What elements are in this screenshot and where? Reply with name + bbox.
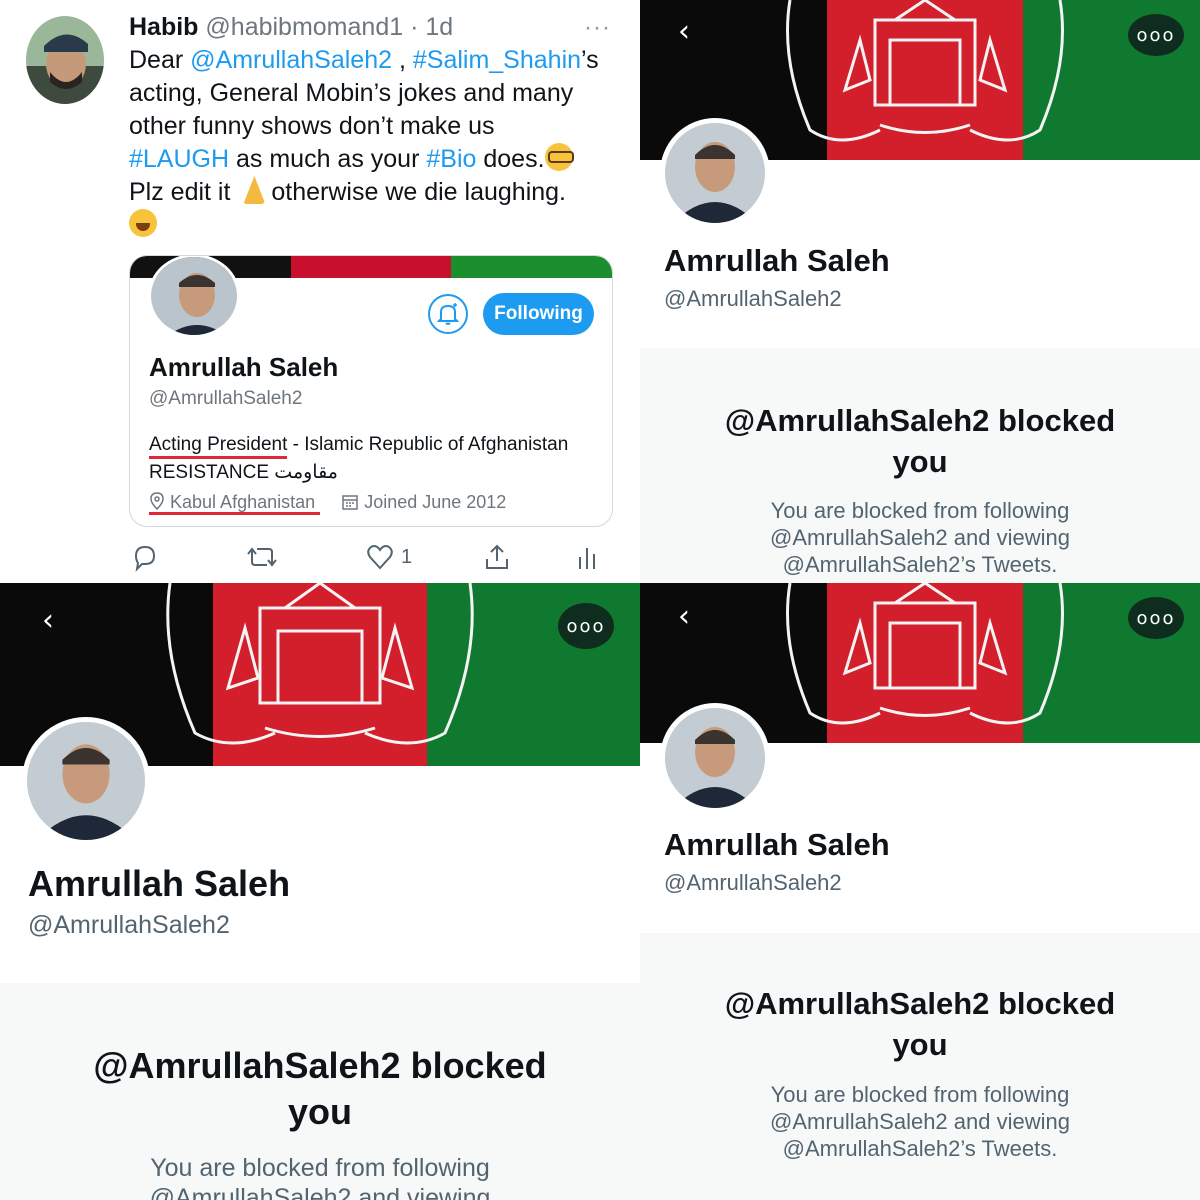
hashtag-link[interactable]: #LAUGH <box>129 145 229 173</box>
blocked-profile-panel: ‹ ooo Amrullah Saleh @AmrullahSaleh2 @Am… <box>0 583 640 1200</box>
blocked-title-line: @AmrullahSaleh2 blocked <box>724 403 1116 438</box>
hashtag-link[interactable]: #Salim_Shahin <box>413 46 581 74</box>
blocked-subtitle: You are blocked from following @Amrullah… <box>0 1153 640 1200</box>
blocked-notice: @AmrullahSaleh2 blocked you You are bloc… <box>0 983 640 1200</box>
mention-link[interactable]: @AmrullahSaleh2 <box>190 46 392 74</box>
analytics-icon <box>579 548 595 569</box>
text-fragment: Plz edit it <box>129 178 238 206</box>
share-icon <box>486 544 508 569</box>
share-button[interactable] <box>482 540 512 574</box>
bio-line-2: RESISTANCE مقاومت <box>149 462 338 483</box>
profile-name: Amrullah Saleh <box>664 827 890 862</box>
bio-text: - Islamic Republic of Afghanistan <box>287 434 569 455</box>
text-fragment: ’s <box>581 46 599 74</box>
blocked-subtitle-line: @AmrullahSaleh2 and viewing <box>770 1109 1070 1134</box>
more-options-button[interactable]: ooo <box>558 603 614 649</box>
nerd-face-icon <box>544 143 574 171</box>
blocked-profile-panel: ‹ ooo Amrullah Saleh @AmrullahSaleh2 @Am… <box>640 583 1200 1200</box>
card-avatar <box>148 256 240 338</box>
analytics-button[interactable] <box>575 540 599 574</box>
blocked-title-line: you <box>287 1091 352 1132</box>
tweet-line-1: Dear @AmrullahSaleh2 , #Salim_Shahin’s <box>129 44 629 77</box>
hashtag-link[interactable]: #Bio <box>426 145 476 173</box>
separator-dot: · <box>410 13 419 41</box>
blocked-subtitle-line: You are blocked from following <box>770 498 1070 523</box>
text-fragment: as much as your <box>229 145 427 173</box>
blocked-profile-panel: ‹ ooo Amrullah Saleh @AmrullahSaleh2 @Am… <box>640 0 1200 583</box>
blocked-subtitle-line: @AmrullahSaleh2’s Tweets. <box>782 552 1058 577</box>
reply-icon <box>134 545 156 572</box>
more-options-icon[interactable]: ··· <box>584 14 611 42</box>
profile-name: Amrullah Saleh <box>664 243 890 278</box>
author-handle[interactable]: @habibmomand1 <box>205 13 403 41</box>
card-bio: Acting President - Islamic Republic of A… <box>149 431 609 487</box>
tweet-line-5: Plz edit it otherwise we die laughing. <box>129 176 629 209</box>
tweet-line-4: #LAUGH as much as your #Bio does. <box>129 143 629 176</box>
more-options-button[interactable]: ooo <box>1128 14 1184 56</box>
notification-bell-icon <box>428 294 468 334</box>
tweet-line-2: acting, General Mobin’s jokes and many <box>129 79 574 107</box>
location-pin-icon <box>150 492 164 511</box>
blocked-subtitle-line: You are blocked from following <box>150 1154 490 1182</box>
blocked-title-line: you <box>892 1027 948 1062</box>
back-arrow-icon[interactable]: ‹ <box>678 599 690 634</box>
joined-text: Joined June 2012 <box>364 492 507 512</box>
author-name[interactable]: Habib <box>129 13 198 41</box>
retweet-button[interactable] <box>245 540 279 574</box>
profile-avatar[interactable] <box>22 717 150 845</box>
back-arrow-icon[interactable]: ‹ <box>678 14 690 49</box>
author-avatar[interactable] <box>26 16 104 104</box>
calendar-icon <box>342 495 358 510</box>
blocked-subtitle-line: @AmrullahSaleh2’s Tweets. <box>782 1136 1058 1161</box>
blocked-title: @AmrullahSaleh2 blocked you <box>0 1043 640 1135</box>
blocked-title-line: you <box>892 444 948 479</box>
text-fragment: does. <box>476 145 545 173</box>
back-arrow-icon[interactable]: ‹ <box>42 603 54 638</box>
profile-handle: @AmrullahSaleh2 <box>664 870 842 895</box>
blocked-subtitle-line: @AmrullahSaleh2 and viewing <box>770 525 1070 550</box>
profile-handle: @AmrullahSaleh2 <box>28 911 230 939</box>
following-button: Following <box>483 293 594 335</box>
blocked-subtitle-line: @AmrullahSaleh2 and viewing <box>149 1184 491 1200</box>
blocked-title-line: @AmrullahSaleh2 blocked <box>93 1045 547 1086</box>
tweet-text: Dear @AmrullahSaleh2 , #Salim_Shahin’s a… <box>129 44 629 242</box>
embedded-profile-image[interactable]: Following Amrullah Saleh @AmrullahSaleh2… <box>129 255 613 527</box>
blocked-title-line: @AmrullahSaleh2 blocked <box>724 986 1116 1021</box>
blocked-subtitle-line: You are blocked from following <box>770 1082 1070 1107</box>
location-row: Kabul Afghanistan <box>149 492 321 515</box>
folded-hands-icon <box>237 176 271 204</box>
profile-avatar[interactable] <box>660 118 770 228</box>
blocked-notice: @AmrullahSaleh2 blocked you You are bloc… <box>640 348 1200 583</box>
blocked-subtitle: You are blocked from following @Amrullah… <box>640 497 1200 578</box>
tweet-header: Habib @habibmomand1 · 1d <box>129 13 453 42</box>
tweet-line-3: other funny shows don’t make us <box>129 112 495 140</box>
card-meta: Kabul Afghanistan Joined June 2012 <box>149 492 507 515</box>
retweet-icon <box>247 547 277 567</box>
text-fragment: , <box>392 46 413 74</box>
tweet-panel: Habib @habibmomand1 · 1d ··· Dear @Amrul… <box>0 0 640 583</box>
reply-button[interactable] <box>130 540 160 574</box>
blocked-subtitle: You are blocked from following @Amrullah… <box>640 1081 1200 1162</box>
text-fragment: Dear <box>129 46 191 74</box>
more-options-button[interactable]: ooo <box>1128 597 1184 639</box>
tears-of-joy-icon <box>129 209 157 237</box>
text-fragment: otherwise we die laughing. <box>271 178 567 206</box>
profile-handle: @AmrullahSaleh2 <box>664 286 842 311</box>
tweet-line-6 <box>129 209 629 242</box>
tweet-age[interactable]: 1d <box>425 13 453 41</box>
heart-icon <box>367 545 393 570</box>
tweet-action-bar: 1 <box>130 540 610 574</box>
profile-name: Amrullah Saleh <box>28 863 291 904</box>
profile-avatar[interactable] <box>660 703 770 813</box>
card-profile-name: Amrullah Saleh <box>149 352 339 382</box>
location-text: Kabul Afghanistan <box>170 492 316 512</box>
blocked-notice: @AmrullahSaleh2 blocked you You are bloc… <box>640 933 1200 1200</box>
blocked-title: @AmrullahSaleh2 blocked you <box>640 983 1200 1065</box>
blocked-title: @AmrullahSaleh2 blocked you <box>640 400 1200 482</box>
bio-underlined-text: Acting President <box>149 434 288 459</box>
card-profile-handle: @AmrullahSaleh2 <box>149 388 303 409</box>
like-count: 1 <box>401 545 413 568</box>
like-button[interactable]: 1 <box>365 540 412 574</box>
